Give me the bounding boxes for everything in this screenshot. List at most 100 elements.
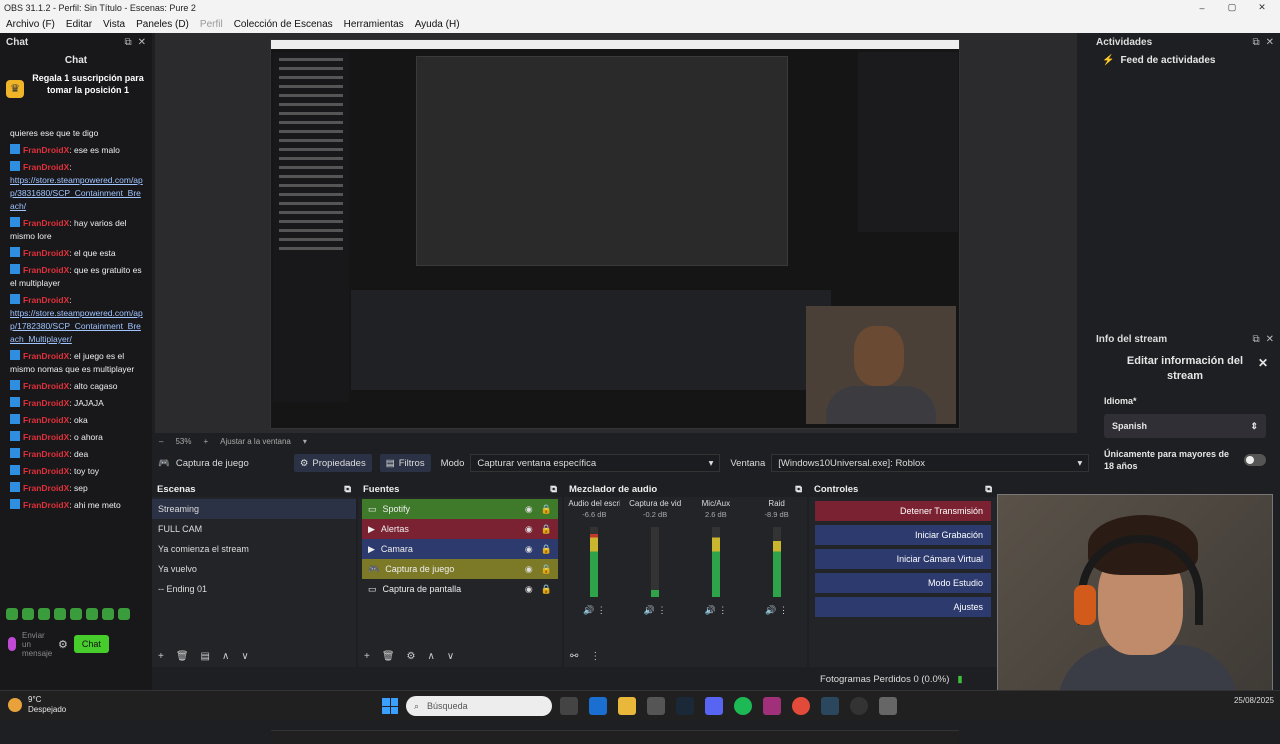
chat-username[interactable]: FranDroidX	[23, 466, 69, 476]
more-icon[interactable]: ⋮	[655, 605, 666, 615]
emote-icon[interactable]	[54, 608, 66, 620]
start-recording-button[interactable]: Iniciar Grabación	[815, 525, 991, 545]
weather-widget[interactable]: 9°C Despejado	[8, 695, 66, 715]
language-select[interactable]: Spanish ⇕	[1104, 414, 1266, 438]
scene-item[interactable]: Ya comienza el stream	[152, 539, 356, 559]
taskbar-search[interactable]: ⌕ Búsqueda	[406, 696, 552, 716]
chat-messages[interactable]: quieres ese que te digo FranDroidX: ese e…	[0, 125, 152, 600]
studio-mode-button[interactable]: Modo Estudio	[815, 573, 991, 593]
float-icon[interactable]: ⧉	[344, 484, 351, 495]
properties-button[interactable]: ⚙ Propiedades	[293, 454, 372, 472]
chat-username[interactable]: FranDroidX	[23, 449, 69, 459]
mode-select[interactable]: Capturar ventana específica ▾	[470, 454, 721, 472]
zoom-out-button[interactable]: –	[159, 437, 163, 446]
mature-toggle[interactable]	[1244, 454, 1266, 466]
start-virtual-camera-button[interactable]: Iniciar Cámara Virtual	[815, 549, 991, 569]
eye-icon[interactable]: ◉	[525, 564, 533, 575]
settings-button[interactable]: Ajustes	[815, 597, 991, 617]
more-icon[interactable]: ⋮	[590, 651, 600, 662]
fit-window-dropdown[interactable]: Ajustar a la ventana	[220, 437, 291, 446]
source-item[interactable]: ▶ Camara ◉ 🔒	[362, 539, 558, 559]
file-explorer-icon[interactable]	[618, 697, 636, 715]
emote-icon[interactable]	[22, 608, 34, 620]
app-icon[interactable]	[763, 697, 781, 715]
lock-icon[interactable]: 🔒	[541, 544, 552, 555]
window-select[interactable]: [Windows10Universal.exe]: Roblox ▾	[771, 454, 1090, 472]
scene-item[interactable]: FULL CAM	[152, 519, 356, 539]
maximize-icon[interactable]: ▢	[1217, 0, 1247, 15]
chat-input[interactable]: Enviar un mensaje	[22, 631, 52, 658]
discord-icon[interactable]	[705, 697, 723, 715]
trash-icon[interactable]: 🗑	[176, 651, 189, 662]
float-icon[interactable]: ⧉	[1252, 334, 1259, 345]
arrow-up-icon[interactable]: ∧	[222, 651, 229, 662]
source-item[interactable]: ▶ Alertas ◉ 🔒	[362, 519, 558, 539]
volume-meter[interactable]	[711, 527, 720, 597]
float-icon[interactable]: ⧉	[795, 484, 802, 495]
chat-username[interactable]: FranDroidX	[23, 432, 69, 442]
filter-icon[interactable]: ▤	[201, 651, 210, 662]
gear-icon[interactable]: ⚙	[407, 651, 416, 662]
source-item[interactable]: 🎮 Captura de juego ◉ 🔒	[362, 559, 558, 579]
emote-icon[interactable]	[6, 608, 18, 620]
speaker-icon[interactable]: 🔊	[765, 605, 776, 615]
source-item[interactable]: ▭ Captura de pantalla ◉ 🔒	[362, 579, 558, 599]
menu-archivo[interactable]: Archivo (F)	[6, 19, 55, 30]
source-item[interactable]: ▭ Spotify ◉ 🔒	[362, 499, 558, 519]
arrow-up-icon[interactable]: ∧	[428, 651, 435, 662]
scene-item[interactable]: -- Ending 01	[152, 579, 356, 599]
store-icon[interactable]	[647, 697, 665, 715]
close-icon[interactable]: ✕	[1266, 334, 1274, 345]
gift-promo[interactable]: ♛ Regala 1 suscripción para tomar la pos…	[0, 72, 152, 112]
more-icon[interactable]: ⋮	[776, 605, 788, 615]
chat-username[interactable]: FranDroidX	[23, 265, 69, 275]
windows-start-icon[interactable]	[382, 698, 398, 714]
volume-meter[interactable]	[590, 527, 599, 597]
volume-meter[interactable]	[772, 527, 781, 597]
add-source-icon[interactable]: +	[364, 651, 370, 662]
emote-icon[interactable]	[86, 608, 98, 620]
volume-meter[interactable]	[651, 527, 660, 597]
preview-canvas[interactable]	[155, 33, 1077, 744]
chat-username[interactable]: FranDroidX	[23, 381, 69, 391]
lock-icon[interactable]: 🔒	[541, 504, 552, 515]
lock-icon[interactable]: 🔒	[541, 524, 552, 535]
app-icon[interactable]	[879, 697, 897, 715]
chat-link[interactable]: https://store.steampowered.com/app/17823…	[10, 308, 143, 344]
close-icon[interactable]: ✕	[1266, 37, 1274, 48]
chat-username[interactable]: FranDroidX	[23, 248, 69, 258]
chat-username[interactable]: FranDroidX	[23, 295, 69, 305]
task-view-icon[interactable]	[560, 697, 578, 715]
emote-icon[interactable]	[118, 608, 130, 620]
chat-username[interactable]: FranDroidX	[23, 351, 69, 361]
outlook-icon[interactable]	[589, 697, 607, 715]
lock-icon[interactable]: 🔒	[541, 584, 552, 595]
eye-icon[interactable]: ◉	[525, 544, 533, 555]
menu-perfil[interactable]: Perfil	[200, 19, 223, 30]
chat-send-button[interactable]: Chat	[73, 635, 109, 653]
float-icon[interactable]: ⧉	[124, 37, 131, 48]
chevron-down-icon[interactable]: ▾	[303, 437, 307, 446]
close-icon[interactable]: ✕	[138, 37, 146, 48]
speaker-muted-icon[interactable]: 🔊	[644, 605, 655, 615]
menu-herramientas[interactable]: Herramientas	[344, 19, 404, 30]
minimize-icon[interactable]: –	[1187, 0, 1217, 15]
float-icon[interactable]: ⧉	[550, 484, 557, 495]
filters-button[interactable]: ▤ Filtros	[379, 454, 431, 472]
obs-icon[interactable]	[850, 697, 868, 715]
menu-ayuda[interactable]: Ayuda (H)	[415, 19, 460, 30]
settings-gear-icon[interactable]: ⚙	[58, 638, 68, 651]
emote-icon[interactable]	[102, 608, 114, 620]
speaker-icon[interactable]: 🔊	[705, 605, 716, 615]
menu-paneles[interactable]: Paneles (D)	[136, 19, 189, 30]
scene-item[interactable]: Streaming	[152, 499, 356, 519]
emote-icon[interactable]	[70, 608, 82, 620]
arrow-down-icon[interactable]: ∨	[447, 651, 454, 662]
stop-stream-button[interactable]: Detener Transmisión	[815, 501, 991, 521]
steam-icon[interactable]	[676, 697, 694, 715]
chat-username[interactable]: FranDroidX	[23, 145, 69, 155]
menu-editar[interactable]: Editar	[66, 19, 92, 30]
bits-icon[interactable]	[8, 637, 16, 651]
more-icon[interactable]: ⋮	[594, 605, 606, 615]
steam-icon[interactable]	[821, 697, 839, 715]
